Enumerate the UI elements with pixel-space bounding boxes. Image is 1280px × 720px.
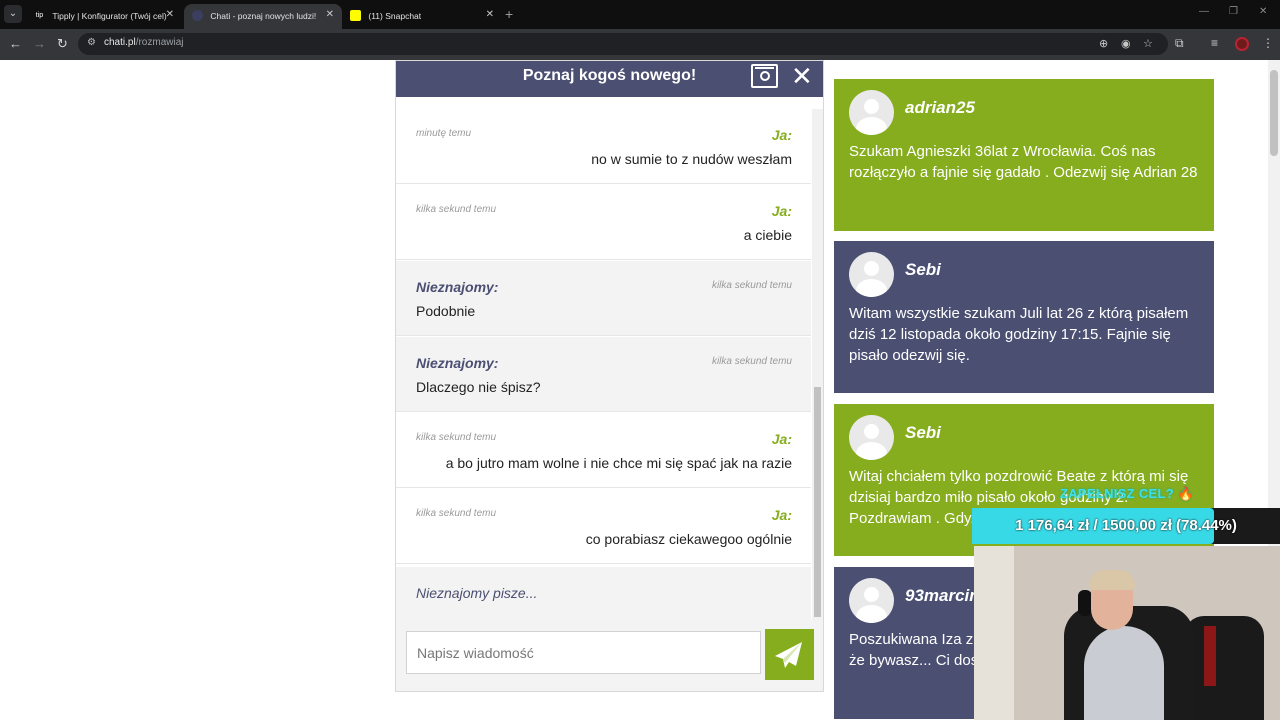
tab-search-button[interactable]: ⌄ xyxy=(4,5,22,23)
tab-title: Tipply | Konfigurator (Twój cel) xyxy=(52,10,167,21)
webcam-gaming-chair xyxy=(1184,616,1264,720)
chat-window: Poznaj kogoś nowego! ✕ minutę temu Ja: n… xyxy=(395,60,824,692)
ad-author: 93marcin xyxy=(905,586,980,605)
close-window-icon[interactable]: ✕ xyxy=(1259,6,1267,17)
close-tab-icon[interactable]: ✕ xyxy=(326,4,334,26)
message-sender: Nieznajomy: xyxy=(416,279,499,295)
avatar xyxy=(849,578,894,623)
message-row: kilka sekund temu Ja: co porabiasz cieka… xyxy=(396,489,811,564)
browser-toolbar: ← → ↻ ⚙ chati.pl/rozmawiaj ⊕ ◉ ☆ ⧉ ≡ ⋮ xyxy=(0,29,1280,60)
chati-icon xyxy=(192,10,203,22)
message-composer xyxy=(396,619,823,691)
ad-text: Szukam Agnieszki 36lat z Wrocławia. Coś … xyxy=(849,143,1198,181)
bookmark-star-icon[interactable]: ☆ xyxy=(1143,37,1153,50)
webcam-door xyxy=(974,546,1014,720)
forward-icon[interactable]: → xyxy=(33,36,46,52)
close-tab-icon[interactable]: ✕ xyxy=(166,4,174,26)
minimize-icon[interactable]: — xyxy=(1199,6,1209,17)
donation-goal-bar: 1 176,64 zł / 1500,00 zł (78.44%) xyxy=(972,508,1280,544)
media-controls-icon[interactable]: ≡ xyxy=(1211,36,1218,50)
url-text[interactable]: chati.pl/rozmawiaj xyxy=(104,37,183,48)
tab-title: (11) Snapchat xyxy=(368,10,422,21)
message-sender: Nieznajomy: xyxy=(416,355,499,371)
message-time: kilka sekund temu xyxy=(711,356,792,367)
message-time: minutę temu xyxy=(416,128,472,139)
message-input[interactable] xyxy=(406,631,761,674)
goal-amount: 1 176,64 zł / 1500,00 zł (78.44%) xyxy=(1015,517,1237,534)
headset-icon xyxy=(1078,590,1092,616)
message-sender: Ja: xyxy=(771,203,792,219)
ad-author: Sebi xyxy=(905,423,941,442)
tab-tipply[interactable]: tip Tipply | Konfigurator (Twój cel) ✕ xyxy=(26,4,182,29)
message-text: co porabiasz ciekawegoo ogólnie xyxy=(585,531,792,547)
message-sender: Ja: xyxy=(771,431,792,447)
message-text: a ciebie xyxy=(743,227,792,243)
close-tab-icon[interactable]: ✕ xyxy=(486,4,494,26)
restore-icon[interactable]: ❐ xyxy=(1229,6,1238,17)
message-row: minutę temu Ja: no w sumie to z nudów we… xyxy=(396,109,811,184)
new-tab-icon[interactable]: + xyxy=(505,6,513,22)
camera-icon-bar xyxy=(755,67,774,69)
message-text: Podobnie xyxy=(416,303,476,319)
ad-card[interactable]: Sebi Witam wszystkie szukam Juli lat 26 … xyxy=(834,241,1214,393)
webcam-overlay xyxy=(974,546,1280,720)
address-bar[interactable]: ⚙ chati.pl/rozmawiaj ⊕ ◉ ☆ xyxy=(78,33,1168,55)
tab-snapchat[interactable]: (11) Snapchat ✕ xyxy=(342,4,502,29)
ad-card[interactable]: adrian25 Szukam Agnieszki 36lat z Wrocła… xyxy=(834,79,1214,231)
url-host: chati.pl xyxy=(104,37,136,48)
send-button[interactable] xyxy=(765,629,814,680)
menu-kebab-icon[interactable]: ⋮ xyxy=(1262,36,1274,50)
message-list: minutę temu Ja: no w sumie to z nudów we… xyxy=(396,109,811,619)
typing-text: Nieznajomy pisze... xyxy=(416,585,538,601)
zoom-icon[interactable]: ⊕ xyxy=(1099,37,1108,50)
tab-chati[interactable]: Chati - poznaj nowych ludzi! ✕ xyxy=(184,4,342,29)
close-chat-icon[interactable]: ✕ xyxy=(791,61,813,92)
back-icon[interactable]: ← xyxy=(9,36,22,52)
camera-icon[interactable] xyxy=(751,64,778,88)
url-path: /rozmawiaj xyxy=(135,37,184,48)
message-row: kilka sekund temu Ja: a ciebie xyxy=(396,185,811,260)
message-sender: Ja: xyxy=(771,127,792,143)
avatar xyxy=(849,252,894,297)
webcam-person-hair xyxy=(1089,570,1135,590)
tab-title: Chati - poznaj nowych ludzi! xyxy=(210,10,317,21)
ad-author: Sebi xyxy=(905,260,941,279)
tipply-icon: tip xyxy=(35,12,44,20)
webcam-person-body xyxy=(1084,626,1164,720)
reload-icon[interactable]: ↻ xyxy=(57,36,68,52)
eye-off-icon[interactable]: ◉ xyxy=(1121,37,1131,50)
ad-text: Witam wszystkie szukam Juli lat 26 z któ… xyxy=(849,305,1189,364)
message-row: kilka sekund temu Nieznajomy: Dlaczego n… xyxy=(396,337,811,412)
message-time: kilka sekund temu xyxy=(416,508,497,519)
message-time: kilka sekund temu xyxy=(416,432,497,443)
typing-indicator: Nieznajomy pisze... xyxy=(396,567,811,619)
message-scroll-thumb[interactable] xyxy=(814,387,821,617)
snapchat-icon xyxy=(350,10,361,22)
message-sender: Ja: xyxy=(771,507,792,523)
chat-header: Poznaj kogoś nowego! ✕ xyxy=(396,61,823,97)
message-text: a bo jutro mam wolne i nie chce mi się s… xyxy=(445,455,792,471)
message-time: kilka sekund temu xyxy=(416,204,497,215)
page-scroll-thumb[interactable] xyxy=(1270,70,1278,156)
message-text: Dlaczego nie śpisz? xyxy=(416,379,541,395)
profile-avatar[interactable] xyxy=(1235,37,1249,51)
message-scrollbar[interactable] xyxy=(812,109,823,619)
ad-author: adrian25 xyxy=(905,98,975,117)
avatar xyxy=(849,90,894,135)
message-row: kilka sekund temu Ja: a bo jutro mam wol… xyxy=(396,413,811,488)
site-info-icon[interactable]: ⚙ xyxy=(87,37,96,48)
goal-label: ZAPEŁNISZ CEL? 🔥 xyxy=(1060,486,1195,501)
extensions-icon[interactable]: ⧉ xyxy=(1175,36,1184,51)
message-row: kilka sekund temu Nieznajomy: Podobnie xyxy=(396,261,811,336)
browser-tab-bar: ⌄ tip Tipply | Konfigurator (Twój cel) ✕… xyxy=(0,0,1280,29)
avatar xyxy=(849,415,894,460)
message-text: no w sumie to z nudów weszłam xyxy=(591,151,792,167)
camera-icon-lens xyxy=(760,71,770,81)
message-time: kilka sekund temu xyxy=(711,280,792,291)
send-icon xyxy=(775,642,802,668)
